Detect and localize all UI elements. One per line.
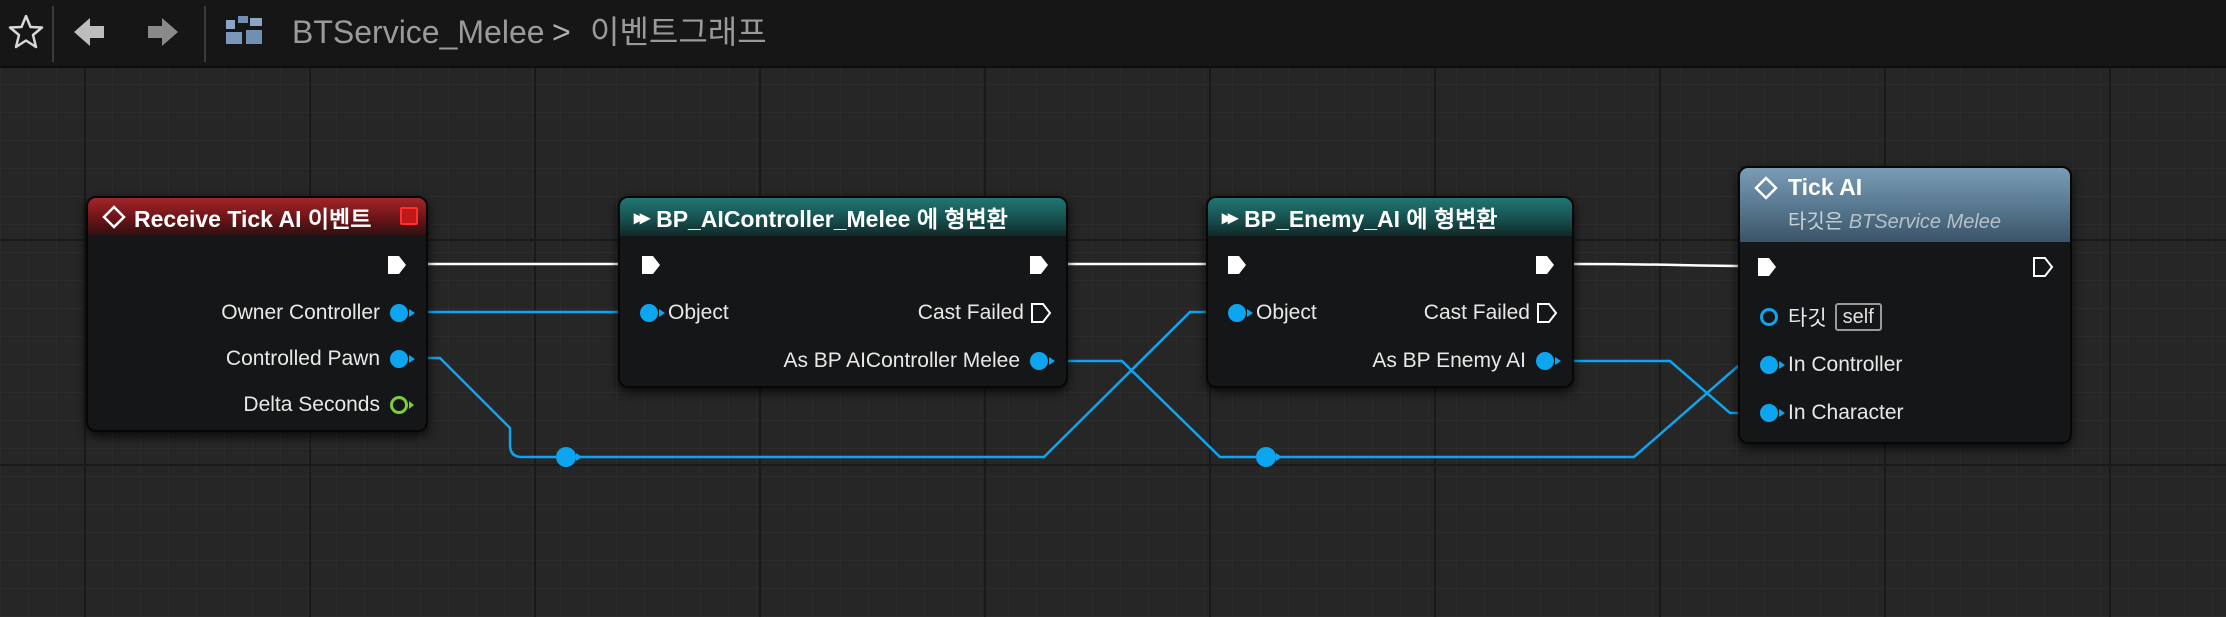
exec-wire-3 <box>1573 262 1755 268</box>
pin-label: Cast Failed <box>1423 301 1530 324</box>
node-subtitle: 타깃은 BTService Melee <box>1754 205 2070 234</box>
cast-arrow-icon: ▸▸ <box>634 206 650 229</box>
node-cast-enemy[interactable]: ▸▸ BP_Enemy_AI 에 형변환 Object Cast Failed … <box>1206 196 1574 388</box>
pin-cast-failed[interactable]: Cast Failed <box>918 298 1052 328</box>
node-header[interactable]: Tick AI 타깃은 BTService Melee <box>1740 168 2070 242</box>
function-diamond-icon <box>1754 175 1778 200</box>
exec-out-pin-hollow[interactable] <box>1030 302 1052 324</box>
pin-owner-controller[interactable]: Owner Controller <box>221 298 415 328</box>
pin-cast-failed[interactable]: Cast Failed <box>1424 298 1558 328</box>
object-pin-icon[interactable] <box>1760 404 1785 422</box>
exec-in-pin[interactable] <box>1226 254 1248 276</box>
exec-in-pin[interactable] <box>1756 256 1778 278</box>
breakpoint-icon[interactable] <box>400 207 418 225</box>
pin-delta-seconds[interactable]: Delta Seconds <box>243 390 414 420</box>
node-receive-tick-ai[interactable]: Receive Tick AI 이벤트 Owner Controller Con… <box>86 196 428 432</box>
pin-label: Cast Failed <box>917 301 1024 324</box>
subtitle-target: BTService Melee <box>1848 211 2002 233</box>
exec-in-pin[interactable] <box>640 254 662 276</box>
node-cast-aicontroller[interactable]: ▸▸ BP_AIController_Melee 에 형변환 Object Ca… <box>618 196 1068 388</box>
pin-controlled-pawn[interactable]: Controlled Pawn <box>225 344 415 374</box>
reroute-knot-2 <box>1256 447 1276 467</box>
object-pin-icon[interactable] <box>640 304 665 322</box>
object-pin-icon[interactable] <box>390 304 415 322</box>
object-pin-icon[interactable] <box>390 350 415 368</box>
pin-label: As BP Enemy AI <box>1372 349 1526 372</box>
node-title: Tick AI <box>1788 174 1863 200</box>
pin-label: Object <box>1256 301 1317 324</box>
cast-arrow-icon: ▸▸ <box>1222 206 1238 229</box>
node-tick-ai[interactable]: Tick AI 타깃은 BTService Melee 타깃 self In C… <box>1738 166 2072 444</box>
node-title: Receive Tick AI 이벤트 <box>134 206 372 232</box>
event-diamond-icon <box>102 205 126 229</box>
exec-out-pin[interactable] <box>1534 254 1556 276</box>
exec-out-pin-hollow[interactable] <box>1536 302 1558 324</box>
as-enemy-wire <box>1558 359 1754 415</box>
node-header[interactable]: Receive Tick AI 이벤트 <box>88 198 426 236</box>
node-title: BP_AIController_Melee 에 형변환 <box>656 206 1008 232</box>
pin-as-enemy-ai[interactable]: As BP Enemy AI <box>1372 346 1561 376</box>
exec-out-pin[interactable] <box>1028 254 1050 276</box>
pin-label: In Character <box>1788 401 1904 424</box>
pin-label: In Controller <box>1788 353 1903 376</box>
pin-in-character[interactable]: In Character <box>1760 398 1904 428</box>
node-title: BP_Enemy_AI 에 형변환 <box>1244 206 1498 232</box>
pin-label: Delta Seconds <box>243 393 380 416</box>
object-pin-icon[interactable] <box>1760 308 1778 326</box>
node-header[interactable]: ▸▸ BP_AIController_Melee 에 형변환 <box>620 198 1066 236</box>
pin-object[interactable]: Object <box>640 298 729 328</box>
object-pin-icon[interactable] <box>1228 304 1253 322</box>
self-default-value: self <box>1834 303 1882 331</box>
subtitle-prefix: 타깃은 <box>1788 211 1844 233</box>
pin-as-aicontroller[interactable]: As BP AIController Melee <box>783 346 1055 376</box>
pin-label: Object <box>668 301 729 324</box>
float-pin-icon[interactable] <box>390 396 414 414</box>
pin-label: Controlled Pawn <box>225 347 380 370</box>
exec-out-pin-hollow[interactable] <box>2032 256 2054 278</box>
pin-object[interactable]: Object <box>1228 298 1317 328</box>
object-pin-icon[interactable] <box>1760 356 1785 374</box>
object-pin-icon[interactable] <box>1536 352 1561 370</box>
pin-in-controller[interactable]: In Controller <box>1760 350 1902 380</box>
pin-label: Owner Controller <box>221 301 380 324</box>
exec-out-pin[interactable] <box>386 254 408 276</box>
object-pin-icon[interactable] <box>1030 352 1055 370</box>
reroute-knot-1 <box>556 447 576 467</box>
pin-label: As BP AIController Melee <box>783 349 1020 372</box>
node-header[interactable]: ▸▸ BP_Enemy_AI 에 형변환 <box>1208 198 1572 236</box>
pin-label: 타깃 <box>1788 307 1827 330</box>
pin-target[interactable]: 타깃 self <box>1760 302 1882 332</box>
